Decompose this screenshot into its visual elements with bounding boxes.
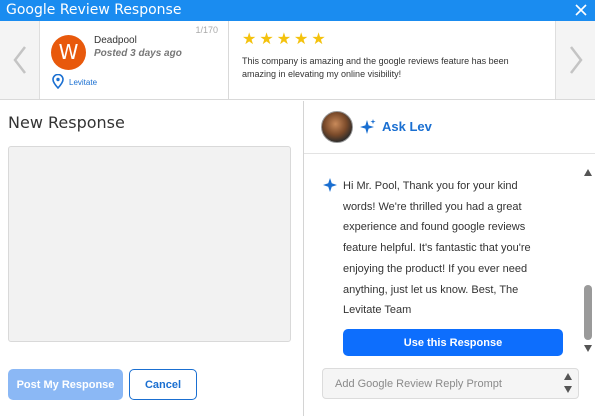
next-review-button[interactable] [555, 21, 595, 99]
review-content: ★ ★ ★ ★ ★ This company is amazing and th… [242, 21, 547, 99]
new-response-title: New Response [8, 113, 125, 132]
chevron-left-icon [12, 46, 26, 74]
chevron-right-icon [569, 46, 583, 74]
scroll-down-arrow-icon[interactable] [584, 345, 592, 352]
star-icon: ★ [276, 31, 292, 48]
star-icon: ★ [294, 31, 309, 48]
star-icon: ★ [311, 31, 326, 48]
lev-avatar [321, 111, 353, 143]
close-icon[interactable] [573, 1, 589, 19]
response-textarea[interactable] [8, 146, 291, 342]
review-counter: 1/170 [195, 25, 218, 35]
message-scrollbar[interactable] [581, 161, 595, 361]
reviewer-name: Deadpool [94, 35, 137, 46]
use-response-button[interactable]: Use this Response [343, 329, 563, 356]
prompt-field[interactable] [322, 368, 579, 399]
scroll-up-arrow-icon[interactable] [584, 169, 592, 176]
lev-message-area: Hi Mr. Pool, Thank you for your kind wor… [304, 154, 595, 364]
star-rating: ★ ★ ★ ★ ★ [242, 32, 326, 48]
review-location: Levitate [69, 78, 98, 87]
cancel-button[interactable]: Cancel [129, 369, 197, 400]
reviewer-card: W Deadpool Posted 3 days ago 1/170 Levit… [40, 21, 229, 99]
title-bar: Google Review Response [0, 0, 595, 21]
window-title: Google Review Response [6, 2, 182, 18]
sparkle-icon [323, 178, 337, 192]
prompt-input[interactable] [335, 369, 555, 398]
previous-review-button[interactable] [0, 21, 40, 99]
post-response-button[interactable]: Post My Response [8, 369, 123, 400]
star-icon: ★ [242, 31, 257, 48]
star-icon: ★ [259, 31, 274, 48]
lev-suggested-response: Hi Mr. Pool, Thank you for your kind wor… [343, 180, 531, 317]
prompt-scroll-down-icon[interactable] [564, 386, 572, 393]
review-posted-time: Posted 3 days ago [94, 48, 182, 59]
sparkle-icon [360, 119, 376, 134]
ask-lev-title: Ask Lev [382, 119, 432, 134]
ask-lev-pane: Ask Lev Hi Mr. Pool, Thank you for your … [304, 101, 595, 416]
review-carousel: W Deadpool Posted 3 days ago 1/170 Levit… [0, 21, 595, 100]
scrollbar-thumb[interactable] [584, 285, 592, 340]
new-response-pane: New Response Post My Response Cancel [0, 101, 303, 416]
prompt-scroll-up-icon[interactable] [564, 373, 572, 380]
location-pin-icon [52, 74, 64, 89]
review-text: This company is amazing and the google r… [242, 56, 509, 79]
reviewer-avatar: W [51, 35, 86, 70]
